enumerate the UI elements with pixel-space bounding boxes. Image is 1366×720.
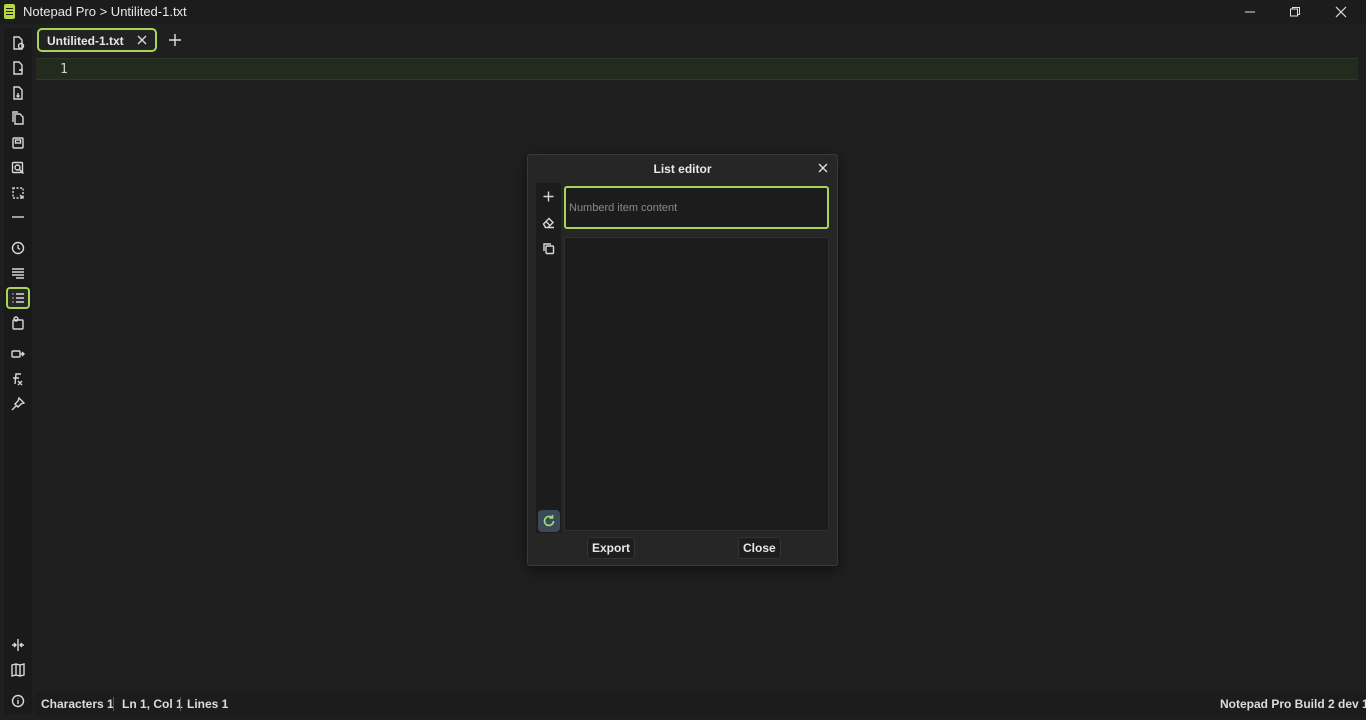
items-list[interactable] <box>564 237 829 531</box>
line-number: 1 <box>60 62 68 77</box>
split-view-button[interactable] <box>6 634 30 656</box>
map-button[interactable] <box>6 659 30 681</box>
add-icon <box>543 191 553 201</box>
history-icon <box>11 241 25 255</box>
status-divider <box>180 697 181 711</box>
close-window-button[interactable] <box>1318 0 1364 24</box>
wrap-text-icon <box>12 268 24 279</box>
tab-close-icon[interactable] <box>135 33 149 47</box>
horizontal-line-button[interactable] <box>6 206 30 228</box>
export-button[interactable]: Export <box>587 537 636 559</box>
pin-button[interactable] <box>6 393 30 415</box>
dialog-side-column <box>536 183 561 533</box>
status-divider <box>113 697 114 711</box>
lines-count: Lines 1 <box>187 697 229 711</box>
dialog-close-icon[interactable] <box>817 162 829 174</box>
list-editor-icon <box>12 293 24 303</box>
refresh-icon <box>543 515 555 527</box>
cursor-position: Ln 1, Col 1 <box>122 697 183 711</box>
find-icon <box>11 161 24 174</box>
file-info-button[interactable] <box>6 312 30 334</box>
window-title: Notepad Pro > Untilited-1.txt <box>23 4 187 19</box>
save-file-button[interactable] <box>6 82 30 104</box>
list-editor-dialog: List editor Export Close <box>527 154 838 566</box>
info-icon <box>11 694 25 708</box>
copy-items-button[interactable] <box>538 238 558 258</box>
select-area-button[interactable] <box>6 182 30 204</box>
find-button[interactable] <box>6 157 30 179</box>
characters-count: Characters 1 <box>41 697 114 711</box>
erase-item-button[interactable] <box>538 212 558 232</box>
refresh-button[interactable] <box>538 510 560 532</box>
current-line-highlight <box>36 58 1358 80</box>
pin-icon <box>11 397 25 411</box>
horizontal-line-icon <box>12 216 24 218</box>
restore-button[interactable] <box>1272 0 1318 24</box>
minimize-icon <box>1245 11 1255 13</box>
open-file-icon <box>13 61 23 75</box>
new-file-button[interactable] <box>6 32 30 54</box>
tab-untilited-1[interactable]: Untilited-1.txt <box>37 28 157 52</box>
file-info-icon <box>12 316 24 330</box>
select-area-icon <box>12 187 24 199</box>
item-content-input[interactable] <box>566 188 827 227</box>
open-file-button[interactable] <box>6 57 30 79</box>
wrap-text-button[interactable] <box>6 262 30 284</box>
map-icon <box>11 663 25 677</box>
insert-icon <box>11 350 25 358</box>
dialog-title: List editor <box>653 162 712 176</box>
insert-button[interactable] <box>6 343 30 365</box>
title-bar: Notepad Pro > Untilited-1.txt <box>0 0 1366 24</box>
history-button[interactable] <box>6 237 30 259</box>
formula-button[interactable] <box>6 368 30 390</box>
save-button[interactable] <box>6 132 30 154</box>
status-bar: Characters 1 Ln 1, Col 1 Lines 1 Notepad… <box>36 692 1366 716</box>
eraser-icon <box>542 217 554 228</box>
tab-label: Untilited-1.txt <box>47 34 124 48</box>
close-dialog-button[interactable]: Close <box>738 537 781 559</box>
restore-icon <box>1290 7 1300 17</box>
list-editor-button[interactable] <box>6 287 30 309</box>
close-icon <box>1335 6 1347 18</box>
app-logo-icon <box>4 4 15 19</box>
build-info: Notepad Pro Build 2 dev 1 <box>1220 697 1366 711</box>
save-file-icon <box>13 86 23 100</box>
save-icon <box>12 137 24 149</box>
left-toolbar <box>4 28 32 714</box>
formula-icon <box>13 373 23 386</box>
copy-icon <box>542 242 554 254</box>
minimize-button[interactable] <box>1227 0 1273 24</box>
copy-file-button[interactable] <box>6 107 30 129</box>
add-item-button[interactable] <box>538 186 558 206</box>
new-file-icon <box>13 36 25 50</box>
split-view-icon <box>12 639 24 651</box>
add-tab-icon[interactable] <box>166 31 184 49</box>
info-button[interactable] <box>6 690 30 712</box>
item-content-field[interactable] <box>564 186 829 229</box>
copy-file-icon <box>12 111 24 125</box>
